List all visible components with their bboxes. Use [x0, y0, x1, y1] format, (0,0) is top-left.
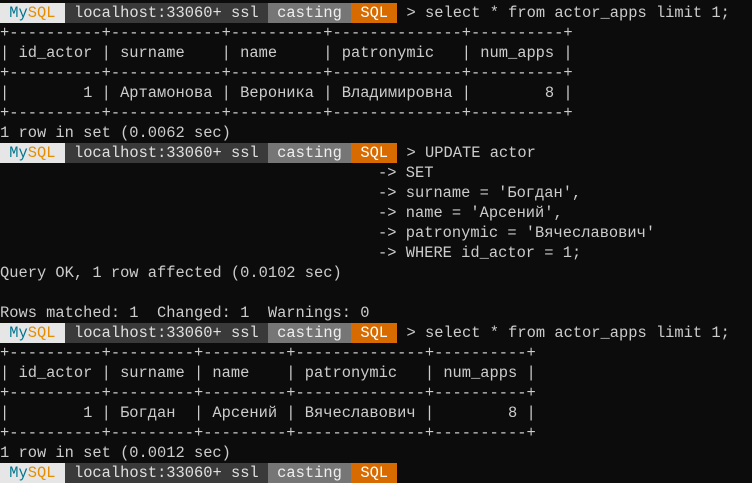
- table-border: +----------+------------+----------+----…: [0, 104, 573, 122]
- prompt-mysql-badge: MySQL: [0, 143, 65, 163]
- table-border: +----------+---------+---------+--------…: [0, 344, 536, 362]
- table-header: | id_actor | surname | name | patronymic…: [0, 44, 573, 62]
- prompt-schema: casting: [267, 143, 352, 163]
- prompt-mysql-badge: MySQL: [0, 463, 65, 483]
- result-status: 1 row in set (0.0012 sec): [0, 444, 231, 462]
- table-row: | 1 | Артамонова | Вероника | Владимиров…: [0, 84, 573, 102]
- prompt-mode: SQL: [351, 463, 398, 483]
- prompt-line: MySQL localhost:33060+ ssl casting SQL >…: [0, 323, 752, 343]
- table-border: +----------+------------+----------+----…: [0, 64, 573, 82]
- prompt-schema: casting: [267, 323, 352, 343]
- command-text: UPDATE actor: [425, 144, 536, 162]
- prompt-schema: casting: [267, 463, 352, 483]
- prompt-line: MySQL localhost:33060+ ssl casting SQL: [0, 463, 752, 483]
- continuation-line: -> SET: [378, 164, 434, 182]
- prompt-line: MySQL localhost:33060+ ssl casting SQL >…: [0, 3, 752, 23]
- continuation-line: -> name = 'Арсений',: [378, 204, 563, 222]
- prompt-host: localhost:33060+ ssl: [64, 3, 268, 23]
- prompt-host: localhost:33060+ ssl: [64, 143, 268, 163]
- prompt-mysql-badge: MySQL: [0, 3, 65, 23]
- result-status: 1 row in set (0.0062 sec): [0, 124, 231, 142]
- prompt-mysql-badge: MySQL: [0, 323, 65, 343]
- query-status: Query OK, 1 row affected (0.0102 sec): [0, 264, 342, 282]
- command-text: select * from actor_apps limit 1;: [425, 324, 730, 342]
- terminal-output[interactable]: MySQL localhost:33060+ ssl casting SQL >…: [0, 0, 752, 483]
- prompt-host: localhost:33060+ ssl: [64, 323, 268, 343]
- prompt-schema: casting: [267, 3, 352, 23]
- command-text: select * from actor_apps limit 1;: [425, 4, 730, 22]
- table-border: +----------+---------+---------+--------…: [0, 384, 536, 402]
- continuation-line: -> WHERE id_actor = 1;: [378, 244, 582, 262]
- continuation-line: -> patronymic = 'Вячеславович': [378, 224, 656, 242]
- prompt-mode: SQL: [351, 323, 398, 343]
- query-info: Rows matched: 1 Changed: 1 Warnings: 0: [0, 304, 370, 322]
- prompt-mode: SQL: [351, 143, 398, 163]
- continuation-line: -> surname = 'Богдан',: [378, 184, 582, 202]
- table-border: +----------+------------+----------+----…: [0, 24, 573, 42]
- prompt-mode: SQL: [351, 3, 398, 23]
- table-border: +----------+---------+---------+--------…: [0, 424, 536, 442]
- table-header: | id_actor | surname | name | patronymic…: [0, 364, 536, 382]
- table-row: | 1 | Богдан | Арсений | Вячеславович | …: [0, 404, 536, 422]
- prompt-host: localhost:33060+ ssl: [64, 463, 268, 483]
- prompt-line: MySQL localhost:33060+ ssl casting SQL >…: [0, 143, 752, 163]
